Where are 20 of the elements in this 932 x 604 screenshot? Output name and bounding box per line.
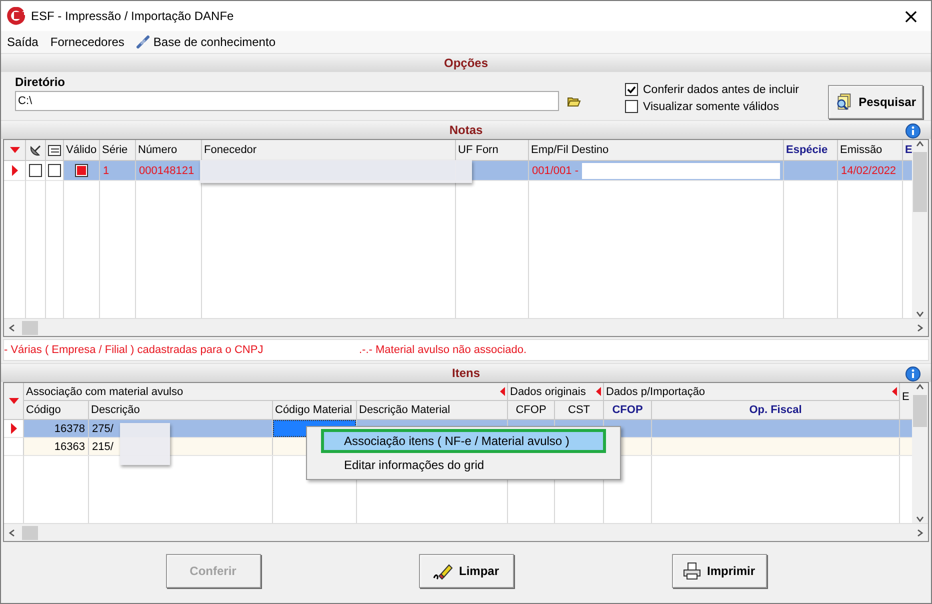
group-header: Dados originais bbox=[510, 386, 586, 398]
table-cell: 14/02/2022 bbox=[841, 164, 896, 176]
checkbox-label: Conferir dados antes de incluir bbox=[643, 84, 799, 96]
checkbox-label: Visualizar somente válidos bbox=[643, 100, 779, 112]
table-cell: 000148121 bbox=[139, 164, 194, 176]
table-cell: 16363 bbox=[54, 440, 85, 452]
directory-label: Diretório bbox=[15, 75, 66, 89]
table-cell: 275/ bbox=[92, 422, 114, 434]
group-header: Associação com material avulso bbox=[26, 386, 184, 398]
window-title: ESF - Impressão / Importação DANFe bbox=[31, 9, 235, 23]
table-cell: 001/001 - bbox=[532, 164, 578, 176]
warning-message: - Várias ( Empresa / Filial ) cadastradas para o CNPJ bbox=[4, 344, 264, 356]
table-cell: 215/ bbox=[92, 440, 114, 452]
warning-message: .-.- Material avulso não associado. bbox=[359, 344, 527, 356]
section-title: Itens bbox=[452, 366, 480, 380]
table-cell: 1 bbox=[103, 164, 110, 176]
section-title: Opções bbox=[444, 56, 488, 70]
table-cell: 16378 bbox=[54, 422, 85, 434]
group-header: Dados p/Importação bbox=[606, 386, 706, 398]
section-title: Notas bbox=[449, 123, 483, 137]
